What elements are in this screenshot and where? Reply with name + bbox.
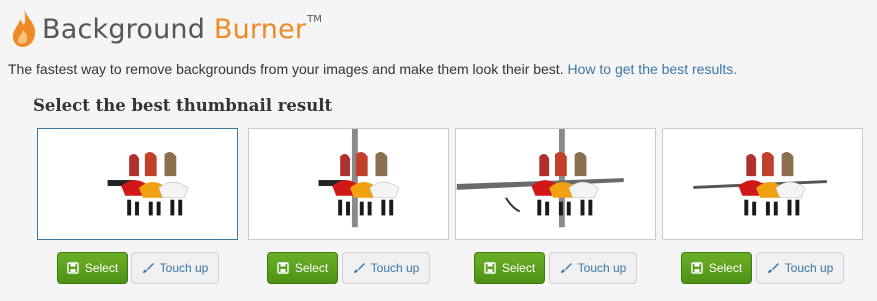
- tagline-text: The fastest way to remove backgrounds fr…: [8, 61, 564, 77]
- touch-up-label: Touch up: [784, 261, 834, 275]
- select-button-4[interactable]: Select: [681, 252, 752, 284]
- brush-icon: [142, 263, 154, 273]
- brand-part1: Background: [42, 14, 206, 45]
- save-icon: [691, 262, 703, 274]
- touch-up-button-1[interactable]: Touch up: [131, 252, 219, 284]
- trademark: TM: [307, 14, 322, 25]
- touch-up-label: Touch up: [370, 261, 420, 275]
- brush-icon: [767, 263, 779, 273]
- select-button-2[interactable]: Select: [267, 252, 338, 284]
- select-label: Select: [294, 261, 329, 275]
- brand-part2: Burner: [213, 14, 307, 45]
- brush-icon: [353, 263, 365, 273]
- touch-up-button-3[interactable]: Touch up: [549, 252, 637, 284]
- select-label: Select: [501, 261, 536, 275]
- thumbnail-image: [693, 152, 827, 216]
- save-icon: [484, 262, 496, 274]
- thumbnail-1[interactable]: [37, 128, 238, 240]
- thumbnail-image: [107, 152, 189, 216]
- touch-up-label: Touch up: [159, 261, 209, 275]
- brand-name: Background Burner: [42, 8, 306, 52]
- select-label: Select: [84, 261, 119, 275]
- touch-up-button-4[interactable]: Touch up: [756, 252, 844, 284]
- touch-up-button-2[interactable]: Touch up: [342, 252, 430, 284]
- thumbnail-4[interactable]: [662, 128, 863, 240]
- select-button-1[interactable]: Select: [57, 252, 128, 284]
- save-icon: [67, 262, 79, 274]
- thumbnail-image: [318, 129, 400, 228]
- thumbnail-3[interactable]: [455, 128, 656, 240]
- select-button-3[interactable]: Select: [474, 252, 545, 284]
- select-label: Select: [708, 261, 743, 275]
- flame-icon: [12, 9, 36, 47]
- thumbnail-2[interactable]: [248, 128, 449, 240]
- tagline: The fastest way to remove backgrounds fr…: [8, 61, 737, 77]
- logo: Background Burner TM: [11, 8, 322, 52]
- save-icon: [277, 262, 289, 274]
- thumbnail-image: [456, 129, 624, 228]
- section-title: Select the best thumbnail result: [33, 96, 333, 115]
- touch-up-label: Touch up: [577, 261, 627, 275]
- brush-icon: [560, 263, 572, 273]
- help-link[interactable]: How to get the best results.: [567, 61, 737, 77]
